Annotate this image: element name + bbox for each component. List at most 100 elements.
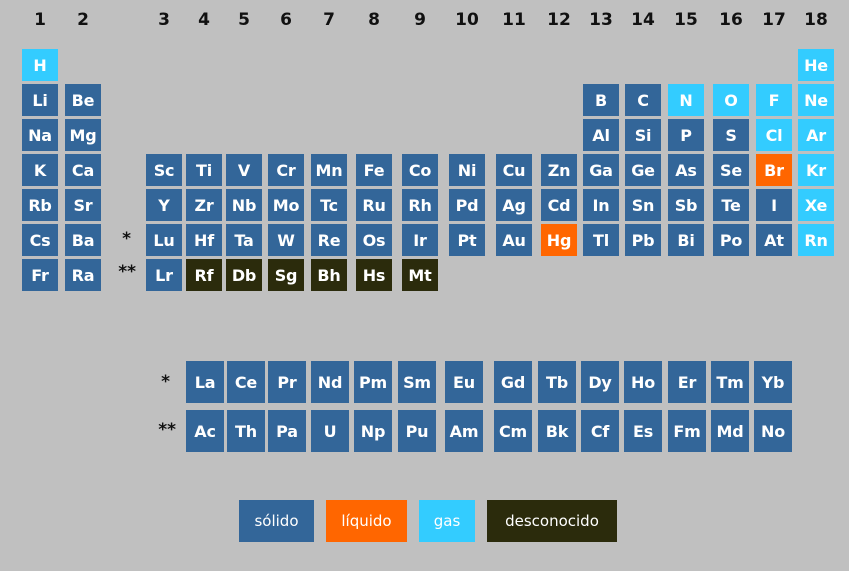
element-cell-ti[interactable]: Ti: [186, 154, 222, 186]
element-cell-kr[interactable]: Kr: [798, 154, 834, 186]
element-cell-cf[interactable]: Cf: [581, 410, 619, 452]
element-cell-pd[interactable]: Pd: [449, 189, 485, 221]
element-cell-rf[interactable]: Rf: [186, 259, 222, 291]
element-cell-sc[interactable]: Sc: [146, 154, 182, 186]
element-cell-ge[interactable]: Ge: [625, 154, 661, 186]
element-cell-in[interactable]: In: [583, 189, 619, 221]
element-cell-ir[interactable]: Ir: [402, 224, 438, 256]
element-cell-hs[interactable]: Hs: [356, 259, 392, 291]
element-cell-sg[interactable]: Sg: [268, 259, 304, 291]
element-cell-np[interactable]: Np: [354, 410, 392, 452]
element-cell-te[interactable]: Te: [713, 189, 749, 221]
element-cell-li[interactable]: Li: [22, 84, 58, 116]
element-cell-ra[interactable]: Ra: [65, 259, 101, 291]
element-cell-es[interactable]: Es: [624, 410, 662, 452]
element-cell-yb[interactable]: Yb: [754, 361, 792, 403]
element-cell-pt[interactable]: Pt: [449, 224, 485, 256]
element-cell-pb[interactable]: Pb: [625, 224, 661, 256]
element-cell-mt[interactable]: Mt: [402, 259, 438, 291]
element-cell-at[interactable]: At: [756, 224, 792, 256]
element-cell-cu[interactable]: Cu: [496, 154, 532, 186]
element-cell-bh[interactable]: Bh: [311, 259, 347, 291]
element-cell-sb[interactable]: Sb: [668, 189, 704, 221]
element-cell-os[interactable]: Os: [356, 224, 392, 256]
element-cell-au[interactable]: Au: [496, 224, 532, 256]
element-cell-f[interactable]: F: [756, 84, 792, 116]
element-cell-tb[interactable]: Tb: [538, 361, 576, 403]
element-cell-hf[interactable]: Hf: [186, 224, 222, 256]
element-cell-ne[interactable]: Ne: [798, 84, 834, 116]
element-cell-am[interactable]: Am: [445, 410, 483, 452]
element-cell-md[interactable]: Md: [711, 410, 749, 452]
element-cell-er[interactable]: Er: [668, 361, 706, 403]
element-cell-sm[interactable]: Sm: [398, 361, 436, 403]
element-cell-co[interactable]: Co: [402, 154, 438, 186]
element-cell-v[interactable]: V: [226, 154, 262, 186]
element-cell-zr[interactable]: Zr: [186, 189, 222, 221]
element-cell-xe[interactable]: Xe: [798, 189, 834, 221]
element-cell-i[interactable]: I: [756, 189, 792, 221]
element-cell-pm[interactable]: Pm: [354, 361, 392, 403]
element-cell-fr[interactable]: Fr: [22, 259, 58, 291]
element-cell-na[interactable]: Na: [22, 119, 58, 151]
element-cell-rh[interactable]: Rh: [402, 189, 438, 221]
element-cell-po[interactable]: Po: [713, 224, 749, 256]
element-cell-bk[interactable]: Bk: [538, 410, 576, 452]
element-cell-ho[interactable]: Ho: [624, 361, 662, 403]
element-cell-si[interactable]: Si: [625, 119, 661, 151]
element-cell-br[interactable]: Br: [756, 154, 792, 186]
element-cell-lr[interactable]: Lr: [146, 259, 182, 291]
element-cell-ni[interactable]: Ni: [449, 154, 485, 186]
element-cell-se[interactable]: Se: [713, 154, 749, 186]
element-cell-dy[interactable]: Dy: [581, 361, 619, 403]
element-cell-mn[interactable]: Mn: [311, 154, 347, 186]
element-cell-cr[interactable]: Cr: [268, 154, 304, 186]
element-cell-p[interactable]: P: [668, 119, 704, 151]
element-cell-c[interactable]: C: [625, 84, 661, 116]
element-cell-eu[interactable]: Eu: [445, 361, 483, 403]
element-cell-be[interactable]: Be: [65, 84, 101, 116]
element-cell-tm[interactable]: Tm: [711, 361, 749, 403]
element-cell-zn[interactable]: Zn: [541, 154, 577, 186]
element-cell-sr[interactable]: Sr: [65, 189, 101, 221]
element-cell-fe[interactable]: Fe: [356, 154, 392, 186]
element-cell-bi[interactable]: Bi: [668, 224, 704, 256]
element-cell-hg[interactable]: Hg: [541, 224, 577, 256]
element-cell-b[interactable]: B: [583, 84, 619, 116]
element-cell-ce[interactable]: Ce: [227, 361, 265, 403]
element-cell-nb[interactable]: Nb: [226, 189, 262, 221]
element-cell-rb[interactable]: Rb: [22, 189, 58, 221]
element-cell-ta[interactable]: Ta: [226, 224, 262, 256]
element-cell-cs[interactable]: Cs: [22, 224, 58, 256]
element-cell-y[interactable]: Y: [146, 189, 182, 221]
element-cell-pu[interactable]: Pu: [398, 410, 436, 452]
element-cell-mg[interactable]: Mg: [65, 119, 101, 151]
element-cell-ru[interactable]: Ru: [356, 189, 392, 221]
element-cell-tl[interactable]: Tl: [583, 224, 619, 256]
element-cell-s[interactable]: S: [713, 119, 749, 151]
element-cell-cm[interactable]: Cm: [494, 410, 532, 452]
element-cell-ac[interactable]: Ac: [186, 410, 224, 452]
legend-solid[interactable]: sólido: [239, 500, 314, 542]
element-cell-pa[interactable]: Pa: [268, 410, 306, 452]
element-cell-tc[interactable]: Tc: [311, 189, 347, 221]
element-cell-ar[interactable]: Ar: [798, 119, 834, 151]
element-cell-ag[interactable]: Ag: [496, 189, 532, 221]
element-cell-cl[interactable]: Cl: [756, 119, 792, 151]
element-cell-pr[interactable]: Pr: [268, 361, 306, 403]
element-cell-n[interactable]: N: [668, 84, 704, 116]
element-cell-h[interactable]: H: [22, 49, 58, 81]
element-cell-k[interactable]: K: [22, 154, 58, 186]
element-cell-ca[interactable]: Ca: [65, 154, 101, 186]
element-cell-re[interactable]: Re: [311, 224, 347, 256]
legend-unknown[interactable]: desconocido: [487, 500, 617, 542]
element-cell-no[interactable]: No: [754, 410, 792, 452]
element-cell-lu[interactable]: Lu: [146, 224, 182, 256]
element-cell-sn[interactable]: Sn: [625, 189, 661, 221]
element-cell-o[interactable]: O: [713, 84, 749, 116]
element-cell-u[interactable]: U: [311, 410, 349, 452]
element-cell-rn[interactable]: Rn: [798, 224, 834, 256]
element-cell-he[interactable]: He: [798, 49, 834, 81]
element-cell-cd[interactable]: Cd: [541, 189, 577, 221]
legend-gas[interactable]: gas: [419, 500, 475, 542]
